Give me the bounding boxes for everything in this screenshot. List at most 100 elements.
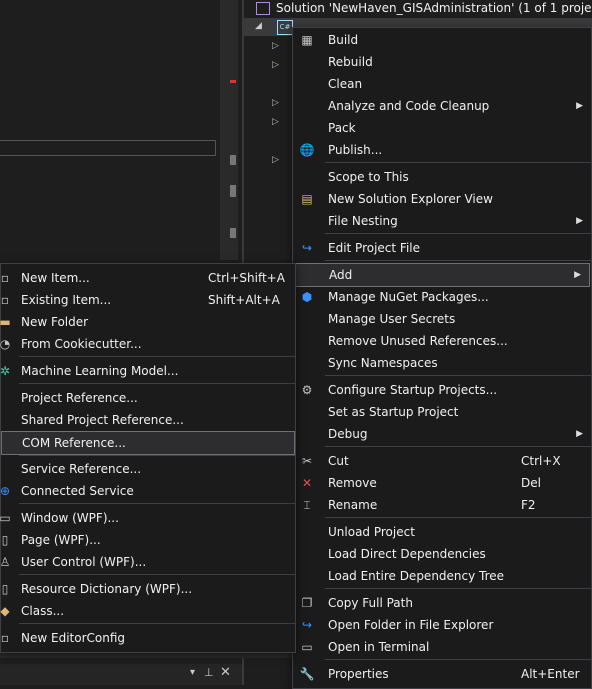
menu-item-remove-unused-refs[interactable]: Remove Unused References... — [293, 330, 591, 352]
solution-node[interactable]: Solution 'NewHaven_GISAdministration' (1… — [256, 0, 592, 17]
menu-item-open-terminal[interactable]: ▭ Open in Terminal — [293, 636, 591, 658]
class-icon: ◆ — [0, 604, 10, 618]
folder-open-icon: ↪ — [301, 618, 313, 632]
submenu-arrow-icon: ▶ — [576, 429, 583, 439]
expand-arrow-icon[interactable]: ▷ — [272, 155, 279, 165]
add-item-cookiecutter[interactable]: ◔ From Cookiecutter... — [0, 333, 295, 355]
copy-icon: ❐ — [301, 596, 313, 610]
submenu-arrow-icon: ▶ — [576, 216, 583, 226]
add-item-com-reference[interactable]: COM Reference... — [1, 431, 295, 455]
menu-item-open-folder[interactable]: ↪ Open Folder in File Explorer — [293, 614, 591, 636]
menu-separator — [325, 375, 591, 376]
scroll-marker — [230, 228, 236, 238]
dropdown-icon[interactable]: ▾ — [190, 667, 195, 678]
terminal-icon: ▭ — [301, 640, 313, 654]
expand-arrow-icon[interactable]: ▷ — [272, 98, 279, 108]
menu-separator — [19, 455, 295, 456]
rename-icon: ⌶ — [303, 498, 311, 512]
resource-dictionary-icon: ▯ — [1, 582, 9, 596]
add-item-connected-service[interactable]: ⊕ Connected Service — [0, 480, 295, 502]
nuget-icon: ⬢ — [301, 290, 313, 304]
menu-item-rebuild[interactable]: Rebuild — [293, 51, 591, 73]
scissors-icon: ✂ — [301, 454, 313, 468]
add-submenu: ▫ New Item... Ctrl+Shift+A ▫ Existing It… — [0, 263, 296, 653]
page-icon: ▯ — [1, 533, 9, 547]
expand-arrow-icon[interactable]: ▷ — [272, 60, 279, 70]
connected-service-icon: ⊕ — [0, 484, 11, 498]
submenu-arrow-icon: ▶ — [574, 270, 581, 280]
editor-scrollbar[interactable] — [220, 0, 238, 260]
menu-separator — [19, 356, 295, 357]
menu-item-file-nesting[interactable]: File Nesting ▶ — [293, 210, 591, 232]
project-context-menu: ▦ Build Rebuild Clean Analyze and Code C… — [292, 27, 592, 689]
menu-item-edit-project-file[interactable]: ↪ Edit Project File — [293, 237, 591, 259]
expand-arrow-icon[interactable]: ▷ — [272, 41, 279, 51]
pin-icon[interactable]: ⊥ — [204, 666, 214, 679]
bottom-panel-toolbar: ▾ ⊥ ✕ — [0, 664, 242, 685]
menu-item-load-dep-tree[interactable]: Load Entire Dependency Tree — [293, 565, 591, 587]
menu-item-manage-nuget[interactable]: ⬢ Manage NuGet Packages... — [293, 286, 591, 308]
gear-icon: ⚙ — [301, 383, 313, 397]
menu-item-add[interactable]: Add ▶ — [293, 263, 590, 287]
menu-item-clean[interactable]: Clean — [293, 73, 591, 95]
menu-separator — [19, 503, 295, 504]
menu-item-unload-project[interactable]: Unload Project — [293, 521, 591, 543]
add-item-class[interactable]: ◆ Class... — [0, 600, 295, 622]
menu-item-copy-full-path[interactable]: ❐ Copy Full Path — [293, 592, 591, 614]
add-item-service-reference[interactable]: Service Reference... — [1, 458, 295, 480]
menu-item-configure-startup[interactable]: ⚙ Configure Startup Projects... — [293, 379, 591, 401]
ml-model-icon: ✲ — [0, 364, 11, 378]
menu-item-pack[interactable]: Pack — [293, 117, 591, 139]
menu-item-cut[interactable]: ✂ Cut Ctrl+X — [293, 450, 591, 472]
add-item-user-control-wpf[interactable]: ♙ User Control (WPF)... — [0, 551, 295, 573]
menu-item-debug[interactable]: Debug ▶ — [293, 423, 591, 445]
menu-separator — [19, 574, 295, 575]
menu-separator — [325, 517, 591, 518]
menu-item-publish[interactable]: 🌐 Publish... — [293, 139, 591, 161]
user-control-icon: ♙ — [0, 555, 11, 569]
menu-separator — [19, 383, 295, 384]
add-item-ml-model[interactable]: ✲ Machine Learning Model... — [0, 360, 295, 382]
expand-arrow-icon[interactable]: ▷ — [272, 117, 279, 127]
menu-item-user-secrets[interactable]: Manage User Secrets — [293, 308, 591, 330]
menu-item-properties[interactable]: 🔧 Properties Alt+Enter — [293, 663, 591, 685]
menu-item-analyze[interactable]: Analyze and Code Cleanup ▶ — [293, 95, 591, 117]
menu-separator — [325, 446, 591, 447]
scroll-marker — [230, 80, 236, 83]
menu-item-build[interactable]: ▦ Build — [293, 29, 591, 51]
window-icon: ▭ — [0, 511, 11, 525]
menu-separator — [19, 623, 295, 624]
add-item-window-wpf[interactable]: ▭ Window (WPF)... — [0, 507, 295, 529]
scroll-marker — [230, 155, 236, 165]
add-item-project-reference[interactable]: Project Reference... — [1, 387, 295, 409]
editorconfig-icon: ▫ — [0, 631, 10, 645]
add-item-shared-project-reference[interactable]: Shared Project Reference... — [1, 409, 295, 431]
wrench-icon: 🔧 — [299, 667, 315, 681]
menu-item-remove[interactable]: ✕ Remove Del — [293, 472, 591, 494]
menu-item-set-startup[interactable]: Set as Startup Project — [293, 401, 591, 423]
menu-item-new-explorer-view[interactable]: ▤ New Solution Explorer View — [293, 188, 591, 210]
collapse-icon[interactable]: ◢ — [255, 21, 262, 31]
cookiecutter-icon: ◔ — [0, 337, 11, 351]
add-item-resource-dictionary[interactable]: ▯ Resource Dictionary (WPF)... — [1, 578, 295, 600]
menu-separator — [325, 260, 591, 261]
globe-icon: 🌐 — [299, 143, 315, 157]
add-item-new-item[interactable]: ▫ New Item... Ctrl+Shift+A — [1, 267, 295, 289]
folder-icon: ▬ — [0, 315, 11, 329]
add-item-editorconfig[interactable]: ▫ New EditorConfig — [1, 627, 295, 649]
scroll-marker — [230, 185, 236, 197]
close-icon[interactable]: ✕ — [220, 665, 231, 680]
add-item-page-wpf[interactable]: ▯ Page (WPF)... — [1, 529, 295, 551]
menu-item-scope-to-this[interactable]: Scope to This — [293, 166, 591, 188]
edit-file-icon: ↪ — [301, 241, 313, 255]
menu-item-sync-namespaces[interactable]: Sync Namespaces — [293, 352, 591, 374]
csharp-project-icon: C# — [277, 20, 293, 35]
menu-separator — [325, 659, 591, 660]
build-icon: ▦ — [301, 33, 313, 47]
menu-item-load-direct-deps[interactable]: Load Direct Dependencies — [293, 543, 591, 565]
existing-item-icon: ▫ — [0, 293, 10, 307]
add-item-new-folder[interactable]: ▬ New Folder — [0, 311, 295, 333]
add-item-existing-item[interactable]: ▫ Existing Item... Shift+Alt+A — [1, 289, 295, 311]
menu-item-rename[interactable]: ⌶ Rename F2 — [293, 494, 591, 516]
editor-input-field[interactable] — [0, 140, 216, 156]
